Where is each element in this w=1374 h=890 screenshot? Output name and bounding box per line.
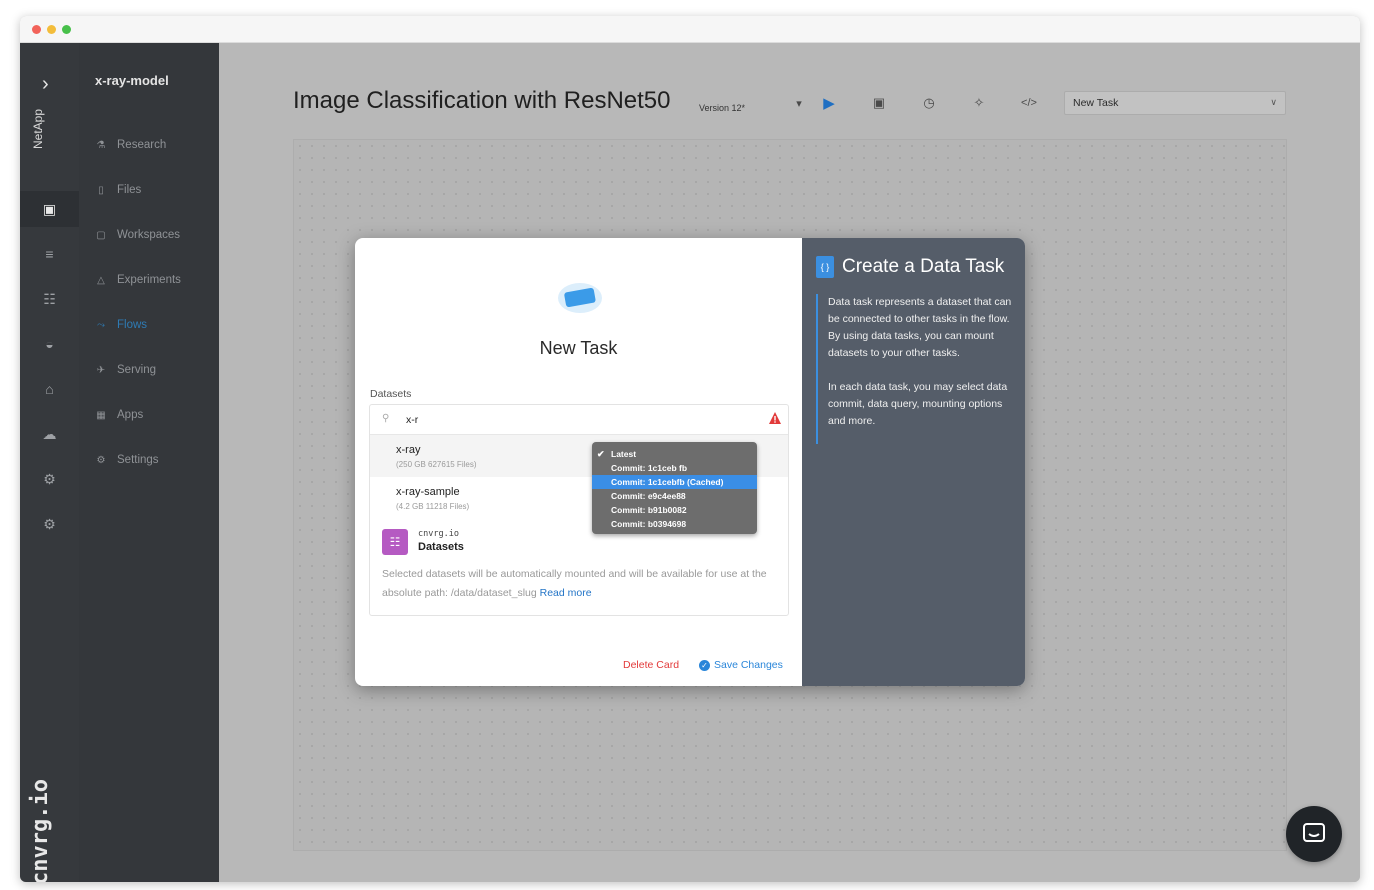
chevron-down-icon: ∨ — [1270, 97, 1277, 107]
netapp-brand: NetApp — [31, 108, 45, 149]
commit-dropdown: ✔ Latest Commit: 1c1ceb fb Commit: 1c1ceb… — [592, 442, 757, 534]
project-name: x-ray-model — [95, 73, 169, 88]
document-icon: { } — [816, 256, 834, 278]
projects-icon[interactable]: ▣ — [20, 191, 79, 227]
lab-icon: ⚗ — [96, 139, 106, 151]
workspace-icon: ▢ — [96, 229, 106, 241]
project-nav: x-ray-model ⚗ Research ▯ Files ▢ Workspaces… — [79, 43, 219, 882]
version-dropdown-icon[interactable]: ▾ — [789, 93, 809, 113]
datasets-note: Selected datasets will be automatically … — [382, 568, 767, 599]
save-changes-button[interactable]: ✓ Save Changes — [699, 659, 783, 671]
commit-option[interactable]: Commit: b0394698 — [592, 517, 757, 531]
chat-support-button[interactable] — [1286, 806, 1342, 862]
warning-icon — [769, 412, 781, 424]
compute-icon[interactable]: ⚙ — [20, 461, 79, 497]
close-window-button[interactable] — [32, 25, 41, 34]
commit-option[interactable]: Commit: b91b0082 — [592, 503, 757, 517]
magic-wand-icon[interactable]: ✧ — [969, 93, 989, 113]
datasets-label: Datasets — [370, 388, 412, 400]
rocket-icon: ✈ — [96, 364, 106, 376]
info-text: Data task represents a dataset that can … — [828, 296, 1012, 427]
commit-option-highlighted[interactable]: Commit: 1c1cebfb (Cached) — [592, 475, 757, 489]
commit-option[interactable]: Commit: e9c4ee88 — [592, 489, 757, 503]
history-icon[interactable]: ◷ — [919, 93, 939, 113]
commit-option[interactable]: ✔ Latest — [592, 447, 757, 461]
search-icon: ⚲ — [382, 413, 390, 424]
delete-card-button[interactable]: Delete Card — [623, 659, 679, 671]
play-icon[interactable]: ▶ — [819, 93, 839, 113]
modal-title: New Task — [539, 338, 618, 358]
library-icon[interactable]: ☷ — [20, 281, 79, 317]
nav-item-experiments[interactable]: △ Experiments — [95, 274, 181, 286]
info-panel: { } Create a Data Task Data task represe… — [802, 238, 1025, 686]
check-icon: ✔ — [597, 449, 605, 459]
cnvrg-logo: cnvrg.io — [28, 779, 53, 882]
cloud-icon[interactable]: ☁ — [20, 416, 79, 452]
window-titlebar — [20, 16, 1360, 43]
minimize-window-button[interactable] — [47, 25, 56, 34]
nav-item-research[interactable]: ⚗ Research — [95, 139, 167, 151]
datasets-icon[interactable]: ≡ — [20, 236, 79, 272]
dashboard-icon[interactable]: ◒ — [20, 326, 79, 362]
info-accent-bar — [816, 294, 818, 444]
nav-item-settings[interactable]: ⚙ Settings — [95, 454, 159, 466]
database-icon: ☷ — [382, 529, 408, 555]
nav-item-files[interactable]: ▯ Files — [95, 184, 141, 196]
check-circle-icon: ✓ — [699, 659, 710, 671]
gear-icon: ⚙ — [96, 454, 106, 466]
page-title: Image Classification with ResNet50 — [293, 87, 671, 114]
chat-icon — [1303, 823, 1325, 842]
settings-icon[interactable]: ⚙ — [20, 506, 79, 542]
data-task-icon — [558, 283, 602, 313]
commit-option[interactable]: Commit: 1c1ceb fb — [592, 461, 757, 475]
app-window: › NetApp ▣ ≡ ☷ ◒ ⌂ ☁ ⚙ ⚙ cnvrg.io x-ray-… — [20, 16, 1360, 882]
file-icon: ▯ — [98, 184, 104, 196]
new-task-modal: New Task Datasets ⚲ x-r x-ray (250 GB 62… — [355, 238, 1025, 686]
task-select[interactable]: New Task ∨ — [1064, 91, 1286, 115]
icon-rail: › NetApp ▣ ≡ ☷ ◒ ⌂ ☁ ⚙ ⚙ cnvrg.io — [20, 43, 79, 882]
save-icon[interactable]: ▣ — [869, 93, 889, 113]
version-label[interactable]: Version 12* — [699, 103, 745, 113]
modal-form: New Task Datasets ⚲ x-r x-ray (250 GB 62… — [355, 238, 802, 686]
code-icon[interactable]: </> — [1019, 93, 1039, 113]
nav-item-serving[interactable]: ✈ Serving — [95, 364, 156, 376]
read-more-link[interactable]: Read more — [540, 587, 592, 599]
grid-icon: ▦ — [96, 409, 106, 421]
nav-item-flows[interactable]: ⤳ Flows — [95, 319, 147, 331]
dataset-search-input[interactable]: ⚲ x-r — [370, 405, 788, 435]
containers-icon[interactable]: ⌂ — [20, 371, 79, 407]
nav-item-workspaces[interactable]: ▢ Workspaces — [95, 229, 180, 241]
nav-item-apps[interactable]: ▦ Apps — [95, 409, 143, 421]
info-title: Create a Data Task — [842, 256, 1005, 277]
flow-icon: ⤳ — [97, 319, 105, 331]
flask-icon: △ — [97, 274, 105, 286]
maximize-window-button[interactable] — [62, 25, 71, 34]
